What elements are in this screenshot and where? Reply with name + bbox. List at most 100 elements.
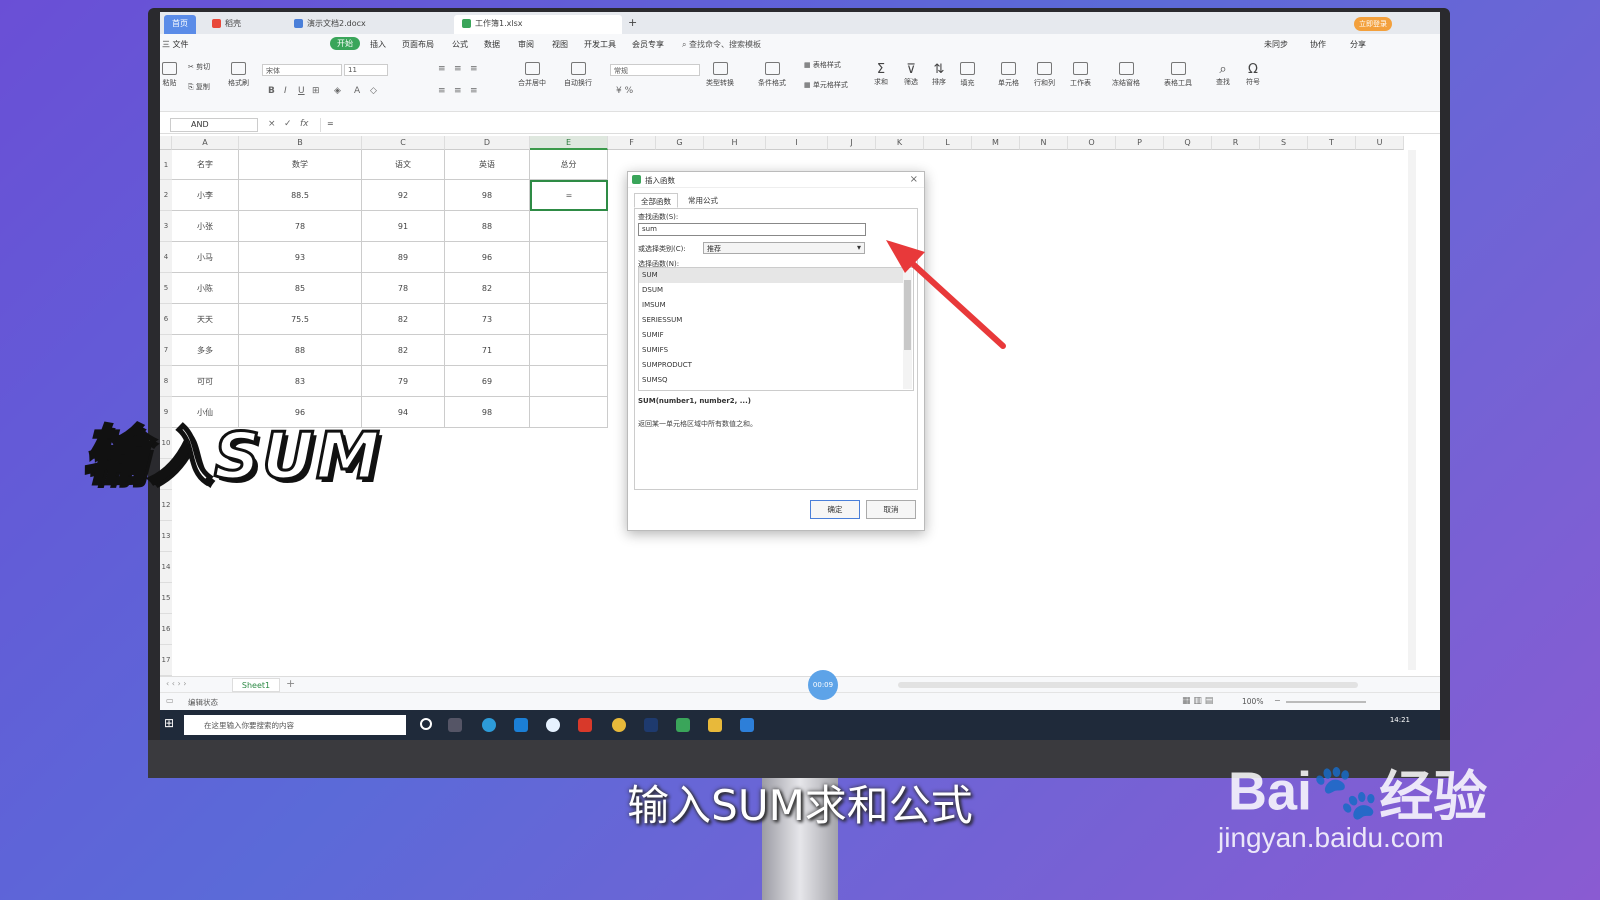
column-header[interactable]: F bbox=[608, 136, 656, 150]
photoshop-icon[interactable] bbox=[644, 718, 658, 732]
align-middle-icon[interactable]: ≡ bbox=[454, 64, 462, 74]
align-center-icon[interactable]: ≡ bbox=[454, 86, 462, 96]
chrome-icon[interactable] bbox=[612, 718, 626, 732]
table-cell[interactable]: 小陈 bbox=[172, 273, 239, 304]
fill-button[interactable]: 填充 bbox=[960, 62, 975, 88]
menu-page-layout[interactable]: 页面布局 bbox=[402, 39, 434, 50]
fill-color-icon[interactable]: ◈ bbox=[334, 86, 341, 96]
select-all-corner[interactable] bbox=[160, 136, 172, 150]
edge-icon[interactable] bbox=[514, 718, 528, 732]
column-header[interactable]: K bbox=[876, 136, 924, 150]
find-button[interactable]: ⌕ 查找 bbox=[1216, 62, 1230, 87]
zoom-out-icon[interactable]: − bbox=[1274, 696, 1281, 705]
column-header[interactable]: P bbox=[1116, 136, 1164, 150]
table-cell[interactable]: 82 bbox=[362, 304, 445, 335]
windows-start-icon[interactable]: ⊞ bbox=[164, 716, 174, 730]
name-box[interactable]: AND bbox=[170, 118, 258, 132]
copy-button[interactable]: ⎘ 复制 bbox=[188, 82, 210, 92]
table-cell[interactable]: 96 bbox=[445, 242, 530, 273]
table-cell[interactable]: 89 bbox=[362, 242, 445, 273]
table-cell[interactable]: 71 bbox=[445, 335, 530, 366]
column-header[interactable]: T bbox=[1308, 136, 1356, 150]
new-tab-button[interactable]: + bbox=[622, 15, 643, 34]
row-header[interactable]: 3 bbox=[160, 211, 172, 242]
bold-button[interactable]: B bbox=[268, 86, 275, 96]
table-cell[interactable]: 91 bbox=[362, 211, 445, 242]
align-bottom-icon[interactable]: ≡ bbox=[470, 64, 478, 74]
row-header[interactable]: 16 bbox=[160, 614, 172, 645]
function-item[interactable]: SUMIFS bbox=[639, 343, 903, 358]
table-cell[interactable]: 98 bbox=[445, 397, 530, 428]
cell-style-button[interactable]: ▦ 单元格样式 bbox=[804, 80, 848, 90]
function-item[interactable]: IMSUM bbox=[639, 298, 903, 313]
cell-button[interactable]: 单元格 bbox=[998, 62, 1019, 88]
table-cell[interactable]: 88 bbox=[445, 211, 530, 242]
row-header[interactable]: 4 bbox=[160, 242, 172, 273]
column-header[interactable]: L bbox=[924, 136, 972, 150]
filter-button[interactable]: ⊽ 筛选 bbox=[904, 62, 918, 87]
font-size-select[interactable]: 11 bbox=[344, 64, 388, 76]
header-cell[interactable]: 总分 bbox=[530, 150, 608, 180]
active-cell[interactable]: = bbox=[530, 180, 608, 211]
menu-member[interactable]: 会员专享 bbox=[632, 39, 664, 50]
function-item[interactable]: SUMPRODUCT bbox=[639, 358, 903, 373]
browser-icon[interactable] bbox=[482, 718, 496, 732]
row-header[interactable]: 2 bbox=[160, 180, 172, 211]
row-header[interactable]: 17 bbox=[160, 645, 172, 676]
header-cell[interactable]: 英语 bbox=[445, 150, 530, 180]
table-cell[interactable]: 小张 bbox=[172, 211, 239, 242]
font-select[interactable]: 宋体 bbox=[262, 64, 342, 76]
row-header[interactable]: 15 bbox=[160, 583, 172, 614]
paste-button[interactable]: 粘贴 bbox=[162, 62, 177, 88]
table-cell[interactable]: 92 bbox=[362, 180, 445, 211]
table-cell[interactable]: 可可 bbox=[172, 366, 239, 397]
table-cell[interactable]: 多多 bbox=[172, 335, 239, 366]
format-painter-button[interactable]: 格式刷 bbox=[228, 62, 249, 88]
function-search-input[interactable]: sum bbox=[638, 223, 866, 236]
worksheet-button[interactable]: 工作表 bbox=[1070, 62, 1091, 88]
table-cell[interactable]: 78 bbox=[239, 211, 362, 242]
table-cell[interactable] bbox=[530, 211, 608, 242]
table-cell[interactable] bbox=[530, 335, 608, 366]
category-select[interactable]: 推荐 bbox=[703, 242, 865, 254]
column-header[interactable]: J bbox=[828, 136, 876, 150]
column-header[interactable]: A bbox=[172, 136, 239, 150]
underline-button[interactable]: U bbox=[298, 86, 305, 96]
header-cell[interactable]: 数学 bbox=[239, 150, 362, 180]
align-left-icon[interactable]: ≡ bbox=[438, 86, 446, 96]
table-cell[interactable]: 69 bbox=[445, 366, 530, 397]
font-color-icon[interactable]: A bbox=[354, 86, 360, 96]
menu-data[interactable]: 数据 bbox=[484, 39, 500, 50]
column-header[interactable]: H bbox=[704, 136, 766, 150]
row-header[interactable]: 1 bbox=[160, 150, 172, 180]
table-cell[interactable] bbox=[530, 242, 608, 273]
menu-insert[interactable]: 插入 bbox=[370, 39, 386, 50]
tab-home[interactable]: 首页 bbox=[164, 15, 196, 34]
sheet-nav-icons[interactable]: ‹ ‹ › › bbox=[166, 679, 186, 688]
cortana-icon[interactable] bbox=[420, 718, 432, 730]
column-header[interactable]: Q bbox=[1164, 136, 1212, 150]
table-cell[interactable]: 75.5 bbox=[239, 304, 362, 335]
column-header[interactable]: G bbox=[656, 136, 704, 150]
clear-icon[interactable]: ◇ bbox=[370, 86, 377, 96]
menu-developer[interactable]: 开发工具 bbox=[584, 39, 616, 50]
currency-icon[interactable]: ¥ % bbox=[616, 86, 633, 96]
folder-icon[interactable] bbox=[708, 718, 722, 732]
row-header[interactable]: 6 bbox=[160, 304, 172, 335]
table-cell[interactable]: 93 bbox=[239, 242, 362, 273]
row-header[interactable]: 8 bbox=[160, 366, 172, 397]
tab-document[interactable]: 演示文档2.docx bbox=[286, 15, 374, 34]
fx-button[interactable]: fx bbox=[300, 119, 309, 129]
column-header[interactable]: B bbox=[239, 136, 362, 150]
column-header[interactable]: U bbox=[1356, 136, 1404, 150]
column-header[interactable]: D bbox=[445, 136, 530, 150]
command-search[interactable]: ⌕ 查找命令、搜索模板 bbox=[682, 39, 761, 50]
cancel-icon[interactable]: × bbox=[268, 119, 276, 129]
login-button[interactable]: 立即登录 bbox=[1354, 17, 1392, 31]
borders-icon[interactable]: ⊞ bbox=[312, 86, 320, 96]
table-style-button[interactable]: ▦ 表格样式 bbox=[804, 60, 841, 70]
app-icon[interactable] bbox=[740, 718, 754, 732]
column-header[interactable]: O bbox=[1068, 136, 1116, 150]
table-cell[interactable]: 73 bbox=[445, 304, 530, 335]
table-cell[interactable]: 88 bbox=[239, 335, 362, 366]
